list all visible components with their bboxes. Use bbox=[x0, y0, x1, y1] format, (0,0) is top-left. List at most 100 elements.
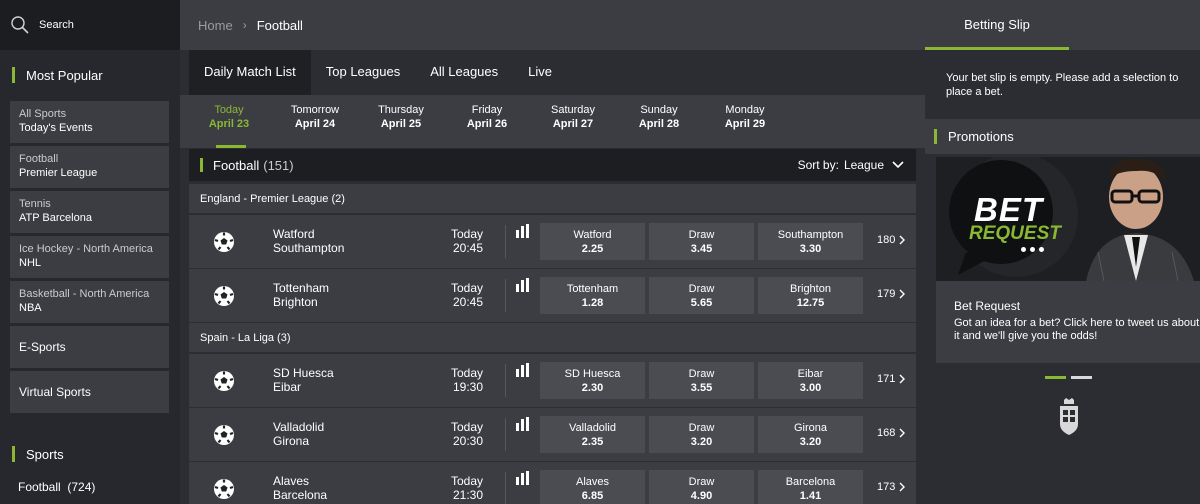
away-team: Girona bbox=[273, 434, 310, 448]
more-markets-link[interactable]: 173 bbox=[877, 481, 906, 493]
chevron-right-icon bbox=[899, 374, 906, 384]
section-count: (151) bbox=[263, 157, 294, 173]
stats-icon[interactable] bbox=[515, 471, 531, 485]
odds-button-draw[interactable]: Draw 5.65 bbox=[649, 277, 754, 314]
day-date: April 25 bbox=[380, 118, 422, 130]
sort-by-dropdown[interactable]: Sort by: League bbox=[798, 158, 904, 172]
odds-button-home[interactable]: Tottenham 1.28 bbox=[540, 277, 645, 314]
odds-value: 3.20 bbox=[690, 436, 713, 448]
carousel-dot-1[interactable] bbox=[1045, 376, 1066, 379]
match-teams[interactable]: Watford Southampton bbox=[273, 227, 344, 255]
day-tab-today[interactable]: Today April 23 bbox=[186, 95, 272, 148]
day-date: April 24 bbox=[294, 118, 336, 130]
sidebar-item-virtual-sports[interactable]: Virtual Sports bbox=[10, 371, 169, 413]
more-markets-link[interactable]: 171 bbox=[877, 373, 906, 385]
odds-label: Valladolid bbox=[569, 422, 616, 434]
promo-card-bet-request[interactable]: BET REQUEST Bet Request Got an idea for … bbox=[936, 157, 1200, 363]
day-tab-thursday[interactable]: Thursday April 25 bbox=[358, 95, 444, 148]
match-teams[interactable]: Tottenham Brighton bbox=[273, 281, 329, 309]
more-markets-link[interactable]: 168 bbox=[877, 427, 906, 439]
search-button[interactable]: Search bbox=[0, 0, 180, 50]
odds-label: Draw bbox=[688, 422, 715, 434]
match-teams[interactable]: Alaves Barcelona bbox=[273, 474, 327, 502]
match-clock: 20:30 bbox=[452, 434, 483, 448]
home-team: Alaves bbox=[273, 474, 310, 488]
carousel-dot-2[interactable] bbox=[1071, 376, 1092, 379]
sidebar-item-ice-hockey[interactable]: Ice Hockey - North America NHL bbox=[10, 236, 169, 278]
odds-label: Draw bbox=[688, 476, 715, 488]
tab-daily-match-list[interactable]: Daily Match List bbox=[189, 50, 311, 95]
match-clock: 21:30 bbox=[452, 488, 483, 502]
sidebar-item-all-sports[interactable]: All Sports Today's Events bbox=[10, 101, 169, 143]
odds-button-draw[interactable]: Draw 3.45 bbox=[649, 223, 754, 260]
breadcrumb-home-link[interactable]: Home bbox=[198, 18, 233, 33]
tab-live[interactable]: Live bbox=[513, 50, 567, 95]
tab-all-leagues[interactable]: All Leagues bbox=[415, 50, 513, 95]
match-row: SD Huesca Eibar Today 19:30 SD Huesca 2.… bbox=[189, 354, 916, 407]
sport-link-football[interactable]: Football (724) bbox=[18, 480, 95, 494]
chevron-right-icon bbox=[899, 428, 906, 438]
promo-banner-subtitle: REQUEST bbox=[969, 223, 1061, 244]
odds-button-draw[interactable]: Draw 4.90 bbox=[649, 470, 754, 504]
divider bbox=[505, 472, 506, 504]
sidebar-item-football[interactable]: Football Premier League bbox=[10, 146, 169, 188]
sidebar-item-esports[interactable]: E-Sports bbox=[10, 326, 169, 368]
crest-icon bbox=[1060, 398, 1078, 435]
match-clock: 20:45 bbox=[452, 241, 483, 255]
odds-button-home[interactable]: Alaves 6.85 bbox=[540, 470, 645, 504]
odds-button-home[interactable]: SD Huesca 2.30 bbox=[540, 362, 645, 399]
sidebar-item-tennis[interactable]: Tennis ATP Barcelona bbox=[10, 191, 169, 233]
odds-label: Draw bbox=[688, 368, 715, 380]
match-day: Today bbox=[450, 474, 483, 488]
day-tab-tomorrow[interactable]: Tomorrow April 24 bbox=[272, 95, 358, 148]
odds-button-away[interactable]: Eibar 3.00 bbox=[758, 362, 863, 399]
day-tab-monday[interactable]: Monday April 29 bbox=[702, 95, 788, 148]
league-header[interactable]: Spain - La Liga (3) bbox=[189, 323, 916, 352]
odds-label: Girona bbox=[793, 422, 828, 434]
day-tab-sunday[interactable]: Sunday April 28 bbox=[616, 95, 702, 148]
sidebar-item-label: Tennis bbox=[19, 198, 51, 210]
odds-button-draw[interactable]: Draw 3.55 bbox=[649, 362, 754, 399]
day-tab-saturday[interactable]: Saturday April 27 bbox=[530, 95, 616, 148]
day-date: April 28 bbox=[638, 118, 680, 130]
divider bbox=[505, 225, 506, 258]
accent-bar bbox=[12, 67, 15, 83]
tab-top-leagues[interactable]: Top Leagues bbox=[311, 50, 415, 95]
more-markets-link[interactable]: 180 bbox=[877, 234, 906, 246]
stats-icon[interactable] bbox=[515, 224, 531, 238]
odds-button-home[interactable]: Valladolid 2.35 bbox=[540, 416, 645, 453]
betslip-empty-message: Your bet slip is empty. Please add a sel… bbox=[946, 72, 1179, 98]
stats-icon[interactable] bbox=[515, 363, 531, 377]
most-popular-title: Most Popular bbox=[26, 67, 103, 83]
day-selector: Today April 23 Tomorrow April 24 Thursda… bbox=[180, 95, 925, 148]
match-teams[interactable]: Valladolid Girona bbox=[273, 420, 324, 448]
odds-button-away[interactable]: Girona 3.20 bbox=[758, 416, 863, 453]
odds-label: SD Huesca bbox=[564, 368, 621, 380]
stats-icon[interactable] bbox=[515, 278, 531, 292]
soccer-ball-icon bbox=[214, 425, 234, 445]
odds-button-draw[interactable]: Draw 3.20 bbox=[649, 416, 754, 453]
promotions-heading: Promotions bbox=[925, 119, 1200, 154]
betslip-tab[interactable]: Betting Slip bbox=[925, 0, 1069, 50]
more-markets-count: 173 bbox=[877, 481, 896, 493]
stats-icon[interactable] bbox=[515, 417, 531, 431]
tab-bar: Daily Match List Top Leagues All Leagues… bbox=[180, 50, 925, 95]
odds-button-away[interactable]: Southampton 3.30 bbox=[758, 223, 863, 260]
day-name: Sunday bbox=[640, 104, 678, 116]
chevron-right-icon bbox=[899, 289, 906, 299]
odds-button-away[interactable]: Brighton 12.75 bbox=[758, 277, 863, 314]
more-markets-link[interactable]: 179 bbox=[877, 288, 906, 300]
sidebar-item-basketball[interactable]: Basketball - North America NBA bbox=[10, 281, 169, 323]
soccer-ball-icon bbox=[214, 232, 234, 252]
odds-button-home[interactable]: Watford 2.25 bbox=[540, 223, 645, 260]
day-tab-friday[interactable]: Friday April 26 bbox=[444, 95, 530, 148]
league-header[interactable]: England - Premier League (2) bbox=[189, 184, 916, 213]
search-icon bbox=[11, 16, 29, 34]
more-markets-count: 168 bbox=[877, 427, 896, 439]
sort-label: Sort by: bbox=[797, 158, 839, 172]
betslip-header: Betting Slip bbox=[925, 0, 1200, 50]
promotions-title: Promotions bbox=[948, 129, 1014, 144]
sidebar-item-label: Ice Hockey - North America bbox=[19, 243, 153, 255]
match-teams[interactable]: SD Huesca Eibar bbox=[273, 366, 334, 394]
odds-button-away[interactable]: Barcelona 1.41 bbox=[758, 470, 863, 504]
